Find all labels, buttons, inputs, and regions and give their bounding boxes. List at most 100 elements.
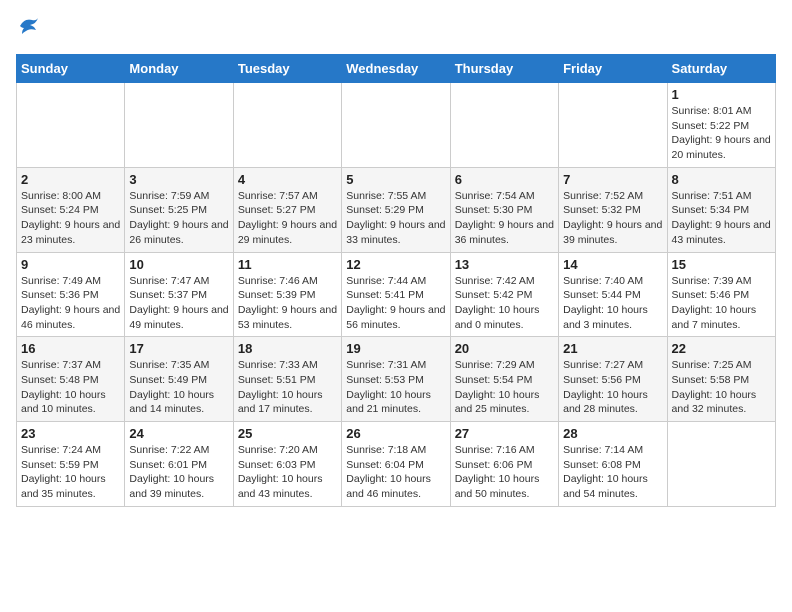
day-number: 16	[21, 341, 120, 356]
calendar-cell	[125, 83, 233, 168]
calendar-cell: 25 Sunrise: 7:20 AM Sunset: 6:03 PM Dayli…	[233, 422, 341, 507]
day-number: 15	[672, 257, 771, 272]
day-info: Sunrise: 7:54 AM Sunset: 5:30 PM Dayligh…	[455, 189, 554, 248]
day-info: Sunrise: 7:44 AM Sunset: 5:41 PM Dayligh…	[346, 274, 445, 333]
calendar-cell: 21 Sunrise: 7:27 AM Sunset: 5:56 PM Dayli…	[559, 337, 667, 422]
calendar-week-row: 1 Sunrise: 8:01 AM Sunset: 5:22 PM Daylig…	[17, 83, 776, 168]
day-number: 24	[129, 426, 228, 441]
calendar-cell: 14 Sunrise: 7:40 AM Sunset: 5:44 PM Dayli…	[559, 252, 667, 337]
day-info: Sunrise: 7:37 AM Sunset: 5:48 PM Dayligh…	[21, 358, 120, 417]
day-info: Sunrise: 7:14 AM Sunset: 6:08 PM Dayligh…	[563, 443, 662, 502]
day-info: Sunrise: 7:27 AM Sunset: 5:56 PM Dayligh…	[563, 358, 662, 417]
day-info: Sunrise: 7:57 AM Sunset: 5:27 PM Dayligh…	[238, 189, 337, 248]
day-number: 7	[563, 172, 662, 187]
day-info: Sunrise: 7:55 AM Sunset: 5:29 PM Dayligh…	[346, 189, 445, 248]
calendar-cell	[450, 83, 558, 168]
calendar-cell: 27 Sunrise: 7:16 AM Sunset: 6:06 PM Dayli…	[450, 422, 558, 507]
page-header	[16, 16, 776, 42]
day-info: Sunrise: 7:52 AM Sunset: 5:32 PM Dayligh…	[563, 189, 662, 248]
logo	[16, 16, 40, 42]
day-number: 1	[672, 87, 771, 102]
day-info: Sunrise: 7:42 AM Sunset: 5:42 PM Dayligh…	[455, 274, 554, 333]
day-number: 11	[238, 257, 337, 272]
header-wednesday: Wednesday	[342, 55, 450, 83]
day-number: 5	[346, 172, 445, 187]
day-info: Sunrise: 7:16 AM Sunset: 6:06 PM Dayligh…	[455, 443, 554, 502]
day-info: Sunrise: 8:00 AM Sunset: 5:24 PM Dayligh…	[21, 189, 120, 248]
day-number: 27	[455, 426, 554, 441]
calendar-cell: 16 Sunrise: 7:37 AM Sunset: 5:48 PM Dayli…	[17, 337, 125, 422]
day-info: Sunrise: 7:40 AM Sunset: 5:44 PM Dayligh…	[563, 274, 662, 333]
calendar-cell: 28 Sunrise: 7:14 AM Sunset: 6:08 PM Dayli…	[559, 422, 667, 507]
day-info: Sunrise: 7:47 AM Sunset: 5:37 PM Dayligh…	[129, 274, 228, 333]
header-friday: Friday	[559, 55, 667, 83]
day-number: 12	[346, 257, 445, 272]
day-number: 25	[238, 426, 337, 441]
calendar-cell: 18 Sunrise: 7:33 AM Sunset: 5:51 PM Dayli…	[233, 337, 341, 422]
calendar-cell	[233, 83, 341, 168]
day-number: 14	[563, 257, 662, 272]
calendar-cell: 4 Sunrise: 7:57 AM Sunset: 5:27 PM Daylig…	[233, 167, 341, 252]
day-number: 2	[21, 172, 120, 187]
day-info: Sunrise: 7:46 AM Sunset: 5:39 PM Dayligh…	[238, 274, 337, 333]
calendar-header-row: SundayMondayTuesdayWednesdayThursdayFrid…	[17, 55, 776, 83]
day-info: Sunrise: 7:22 AM Sunset: 6:01 PM Dayligh…	[129, 443, 228, 502]
header-monday: Monday	[125, 55, 233, 83]
calendar-cell: 17 Sunrise: 7:35 AM Sunset: 5:49 PM Dayli…	[125, 337, 233, 422]
day-info: Sunrise: 7:59 AM Sunset: 5:25 PM Dayligh…	[129, 189, 228, 248]
header-tuesday: Tuesday	[233, 55, 341, 83]
calendar-cell: 12 Sunrise: 7:44 AM Sunset: 5:41 PM Dayli…	[342, 252, 450, 337]
calendar-cell	[17, 83, 125, 168]
day-info: Sunrise: 7:51 AM Sunset: 5:34 PM Dayligh…	[672, 189, 771, 248]
calendar-cell: 3 Sunrise: 7:59 AM Sunset: 5:25 PM Daylig…	[125, 167, 233, 252]
header-sunday: Sunday	[17, 55, 125, 83]
calendar-cell: 7 Sunrise: 7:52 AM Sunset: 5:32 PM Daylig…	[559, 167, 667, 252]
calendar-cell: 2 Sunrise: 8:00 AM Sunset: 5:24 PM Daylig…	[17, 167, 125, 252]
day-number: 28	[563, 426, 662, 441]
calendar-week-row: 9 Sunrise: 7:49 AM Sunset: 5:36 PM Daylig…	[17, 252, 776, 337]
calendar-week-row: 23 Sunrise: 7:24 AM Sunset: 5:59 PM Dayli…	[17, 422, 776, 507]
day-number: 21	[563, 341, 662, 356]
calendar-cell	[559, 83, 667, 168]
day-number: 22	[672, 341, 771, 356]
calendar-cell: 1 Sunrise: 8:01 AM Sunset: 5:22 PM Daylig…	[667, 83, 775, 168]
day-number: 6	[455, 172, 554, 187]
day-number: 3	[129, 172, 228, 187]
calendar-cell: 6 Sunrise: 7:54 AM Sunset: 5:30 PM Daylig…	[450, 167, 558, 252]
day-info: Sunrise: 7:24 AM Sunset: 5:59 PM Dayligh…	[21, 443, 120, 502]
calendar-cell: 26 Sunrise: 7:18 AM Sunset: 6:04 PM Dayli…	[342, 422, 450, 507]
calendar-cell: 13Sunrise: 7:42 AM Sunset: 5:42 PM Dayli…	[450, 252, 558, 337]
day-info: Sunrise: 7:35 AM Sunset: 5:49 PM Dayligh…	[129, 358, 228, 417]
day-info: Sunrise: 7:39 AM Sunset: 5:46 PM Dayligh…	[672, 274, 771, 333]
day-number: 4	[238, 172, 337, 187]
calendar-cell: 15 Sunrise: 7:39 AM Sunset: 5:46 PM Dayli…	[667, 252, 775, 337]
calendar-cell	[667, 422, 775, 507]
calendar-cell	[342, 83, 450, 168]
day-number: 9	[21, 257, 120, 272]
header-thursday: Thursday	[450, 55, 558, 83]
calendar-cell: 11 Sunrise: 7:46 AM Sunset: 5:39 PM Dayli…	[233, 252, 341, 337]
calendar-week-row: 16 Sunrise: 7:37 AM Sunset: 5:48 PM Dayli…	[17, 337, 776, 422]
calendar-cell: 19Sunrise: 7:31 AM Sunset: 5:53 PM Dayli…	[342, 337, 450, 422]
calendar-cell: 5 Sunrise: 7:55 AM Sunset: 5:29 PM Daylig…	[342, 167, 450, 252]
calendar-week-row: 2 Sunrise: 8:00 AM Sunset: 5:24 PM Daylig…	[17, 167, 776, 252]
day-info: Sunrise: 7:20 AM Sunset: 6:03 PM Dayligh…	[238, 443, 337, 502]
calendar-cell: 8Sunrise: 7:51 AM Sunset: 5:34 PM Daylig…	[667, 167, 775, 252]
day-number: 26	[346, 426, 445, 441]
day-info: Sunrise: 7:49 AM Sunset: 5:36 PM Dayligh…	[21, 274, 120, 333]
day-info: Sunrise: 7:29 AM Sunset: 5:54 PM Dayligh…	[455, 358, 554, 417]
calendar-cell: 10Sunrise: 7:47 AM Sunset: 5:37 PM Dayli…	[125, 252, 233, 337]
calendar-cell: 9 Sunrise: 7:49 AM Sunset: 5:36 PM Daylig…	[17, 252, 125, 337]
day-number: 19	[346, 341, 445, 356]
day-number: 23	[21, 426, 120, 441]
day-info: Sunrise: 7:25 AM Sunset: 5:58 PM Dayligh…	[672, 358, 771, 417]
day-number: 18	[238, 341, 337, 356]
calendar-cell: 20Sunrise: 7:29 AM Sunset: 5:54 PM Dayli…	[450, 337, 558, 422]
day-number: 17	[129, 341, 228, 356]
day-info: Sunrise: 8:01 AM Sunset: 5:22 PM Dayligh…	[672, 104, 771, 163]
day-info: Sunrise: 7:33 AM Sunset: 5:51 PM Dayligh…	[238, 358, 337, 417]
day-info: Sunrise: 7:18 AM Sunset: 6:04 PM Dayligh…	[346, 443, 445, 502]
header-saturday: Saturday	[667, 55, 775, 83]
calendar-cell: 23 Sunrise: 7:24 AM Sunset: 5:59 PM Dayli…	[17, 422, 125, 507]
calendar-table: SundayMondayTuesdayWednesdayThursdayFrid…	[16, 54, 776, 507]
